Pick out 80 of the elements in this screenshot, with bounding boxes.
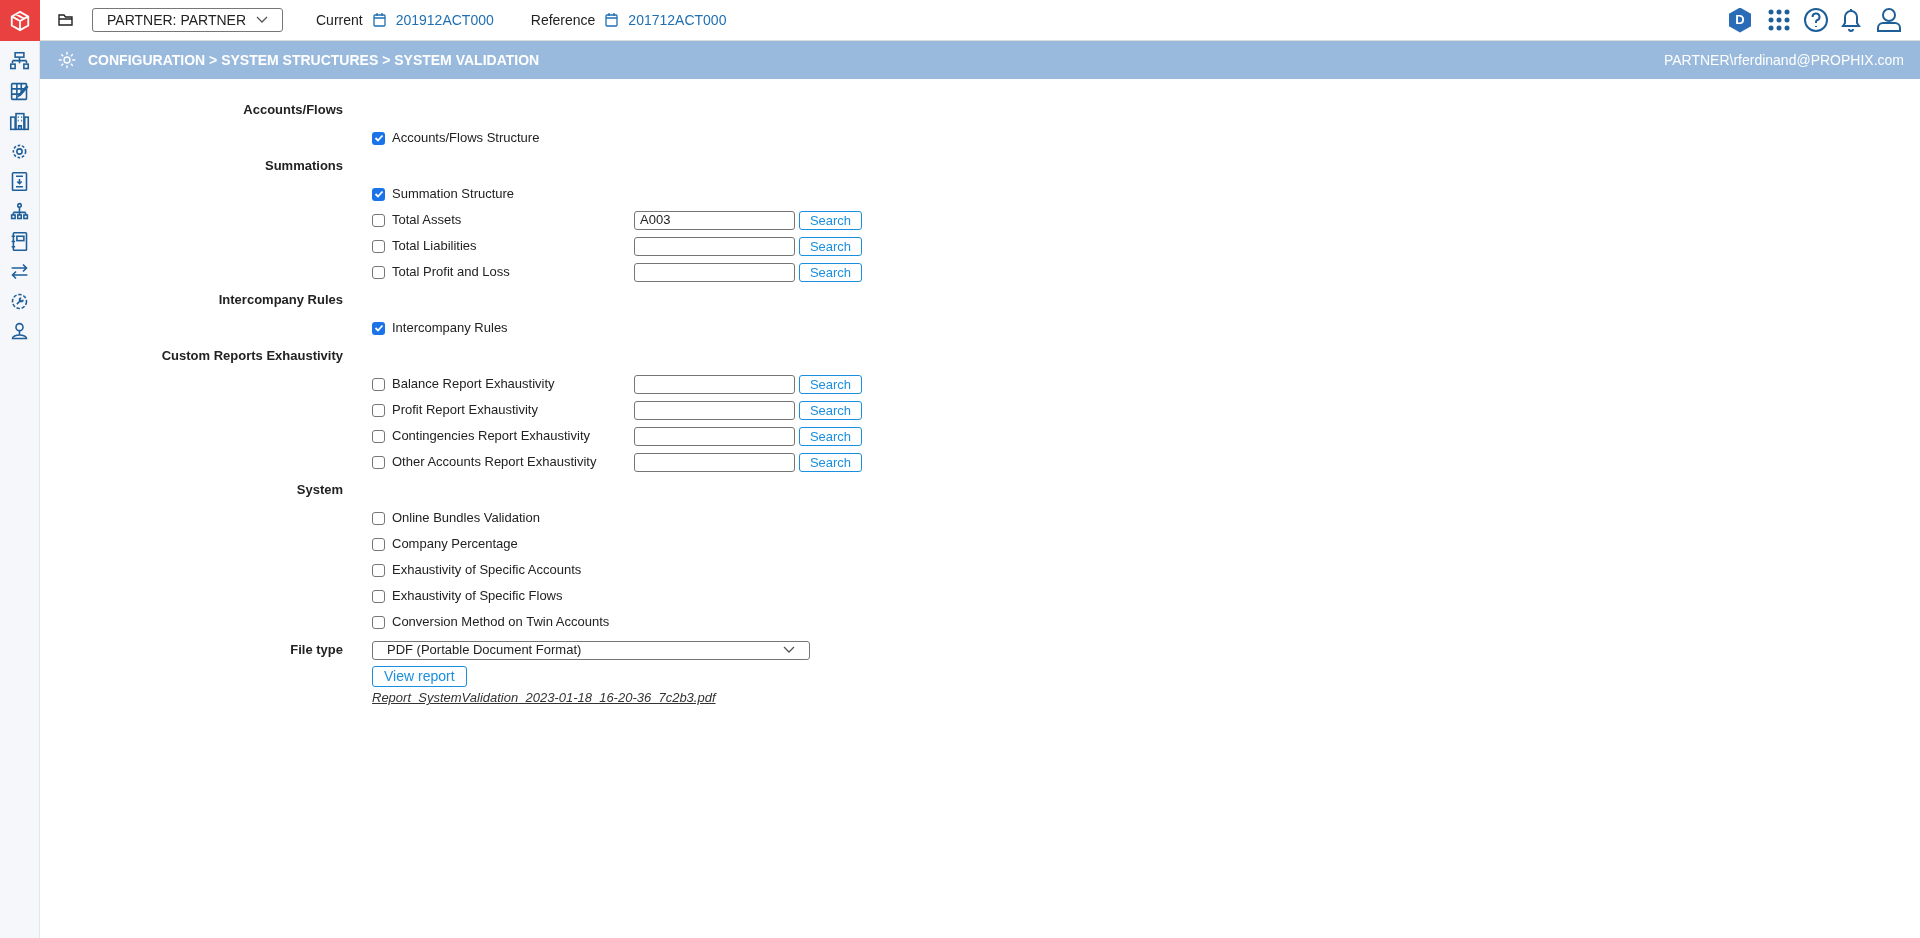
calendar-icon[interactable] [372,13,386,27]
breadcrumb: CONFIGURATION > SYSTEM STRUCTURES > SYSTEM VALIDATION [88,50,540,70]
bell-icon[interactable] [1840,7,1862,33]
option-label: Accounts/Flows Structure [392,129,540,148]
checkbox[interactable] [372,213,385,227]
option-label: Online Bundles Validation [392,509,540,528]
calendar-icon[interactable] [605,13,619,27]
report-file-link[interactable]: Report_SystemValidation_2023-01-18_16-20-36_7c2b3.pdf [372,690,716,705]
option-label: Exhaustivity of Specific Flows [392,587,563,606]
reference-period-link[interactable]: 201712ACT000 [628,9,727,31]
text-field[interactable]: A003 [634,210,795,230]
option-label: Profit Report Exhaustivity [392,401,538,420]
search-button[interactable]: Search [799,400,862,420]
hexagon-badge[interactable]: D [1729,7,1751,33]
option-label: Intercompany Rules [392,319,508,338]
checkbox[interactable] [372,265,385,279]
search-button[interactable]: Search [799,210,862,230]
option-label: Other Accounts Report Exhaustivity [392,453,597,472]
checkbox[interactable] [372,589,385,603]
reference-label: Reference [530,10,596,30]
file-type-label: File type [289,641,343,660]
swap-arrows-icon[interactable] [9,261,30,282]
checkbox[interactable] [372,131,385,145]
file-type-dropdown[interactable]: PDF (Portable Document Format) [372,640,810,660]
app-grid-icon[interactable] [1767,8,1791,32]
checkbox[interactable] [372,377,385,391]
help-icon[interactable] [1803,7,1829,33]
checkbox[interactable] [372,321,385,335]
option-label: Contingencies Report Exhaustivity [392,427,590,446]
checkbox[interactable] [372,239,385,253]
checkbox[interactable] [372,429,385,443]
option-label: Company Percentage [392,535,518,554]
checkbox[interactable] [372,615,385,629]
option-label: Total Profit and Loss [392,263,510,282]
user-account: PARTNER\rferdinand@PROPHIX.com [1663,50,1904,70]
checkbox[interactable] [372,537,385,551]
notebook-icon[interactable] [9,231,30,252]
cube-icon [9,9,31,32]
checkbox[interactable] [372,455,385,469]
text-field[interactable] [634,262,795,282]
section-label: Intercompany Rules [217,291,343,310]
checkbox[interactable] [372,511,385,525]
section-label: Accounts/Flows [242,101,343,120]
text-field[interactable] [634,374,795,394]
option-label: Conversion Method on Twin Accounts [392,613,610,632]
hierarchy-icon[interactable] [9,51,30,72]
current-period-link[interactable]: 201912ACT000 [395,9,494,31]
checkbox[interactable] [372,187,385,201]
grid-edit-icon[interactable] [9,81,30,102]
text-field[interactable] [634,236,795,256]
text-field[interactable] [634,426,795,446]
option-label: Summation Structure [392,185,515,204]
partner-dropdown[interactable]: PARTNER: PARTNER [92,8,283,32]
wrench-gear-icon[interactable] [9,291,30,312]
text-field[interactable] [634,400,795,420]
option-label: Total Assets [392,211,462,230]
tree-icon[interactable] [9,201,30,222]
folder-icon[interactable] [58,13,74,27]
current-label: Current [316,10,363,30]
building-icon[interactable] [9,111,30,132]
option-label: Total Liabilities [392,237,477,256]
user-icon[interactable] [1876,7,1902,33]
option-label: Balance Report Exhaustivity [392,375,555,394]
section-label: System [295,481,343,500]
search-button[interactable]: Search [799,426,862,446]
section-label: Custom Reports Exhaustivity [160,347,343,366]
search-button[interactable]: Search [799,452,862,472]
section-label: Summations [264,157,343,176]
search-button[interactable]: Search [799,374,862,394]
chevron-down-icon [783,646,795,654]
text-field[interactable] [634,452,795,472]
checkbox[interactable] [372,563,385,577]
view-report-button[interactable]: View report [372,666,467,687]
search-button[interactable]: Search [799,262,862,282]
chevron-down-icon [256,16,268,24]
app-logo[interactable] [0,0,40,41]
option-label: Exhaustivity of Specific Accounts [392,561,582,580]
checkbox[interactable] [372,403,385,417]
download-document-icon[interactable] [9,171,30,192]
search-button[interactable]: Search [799,236,862,256]
